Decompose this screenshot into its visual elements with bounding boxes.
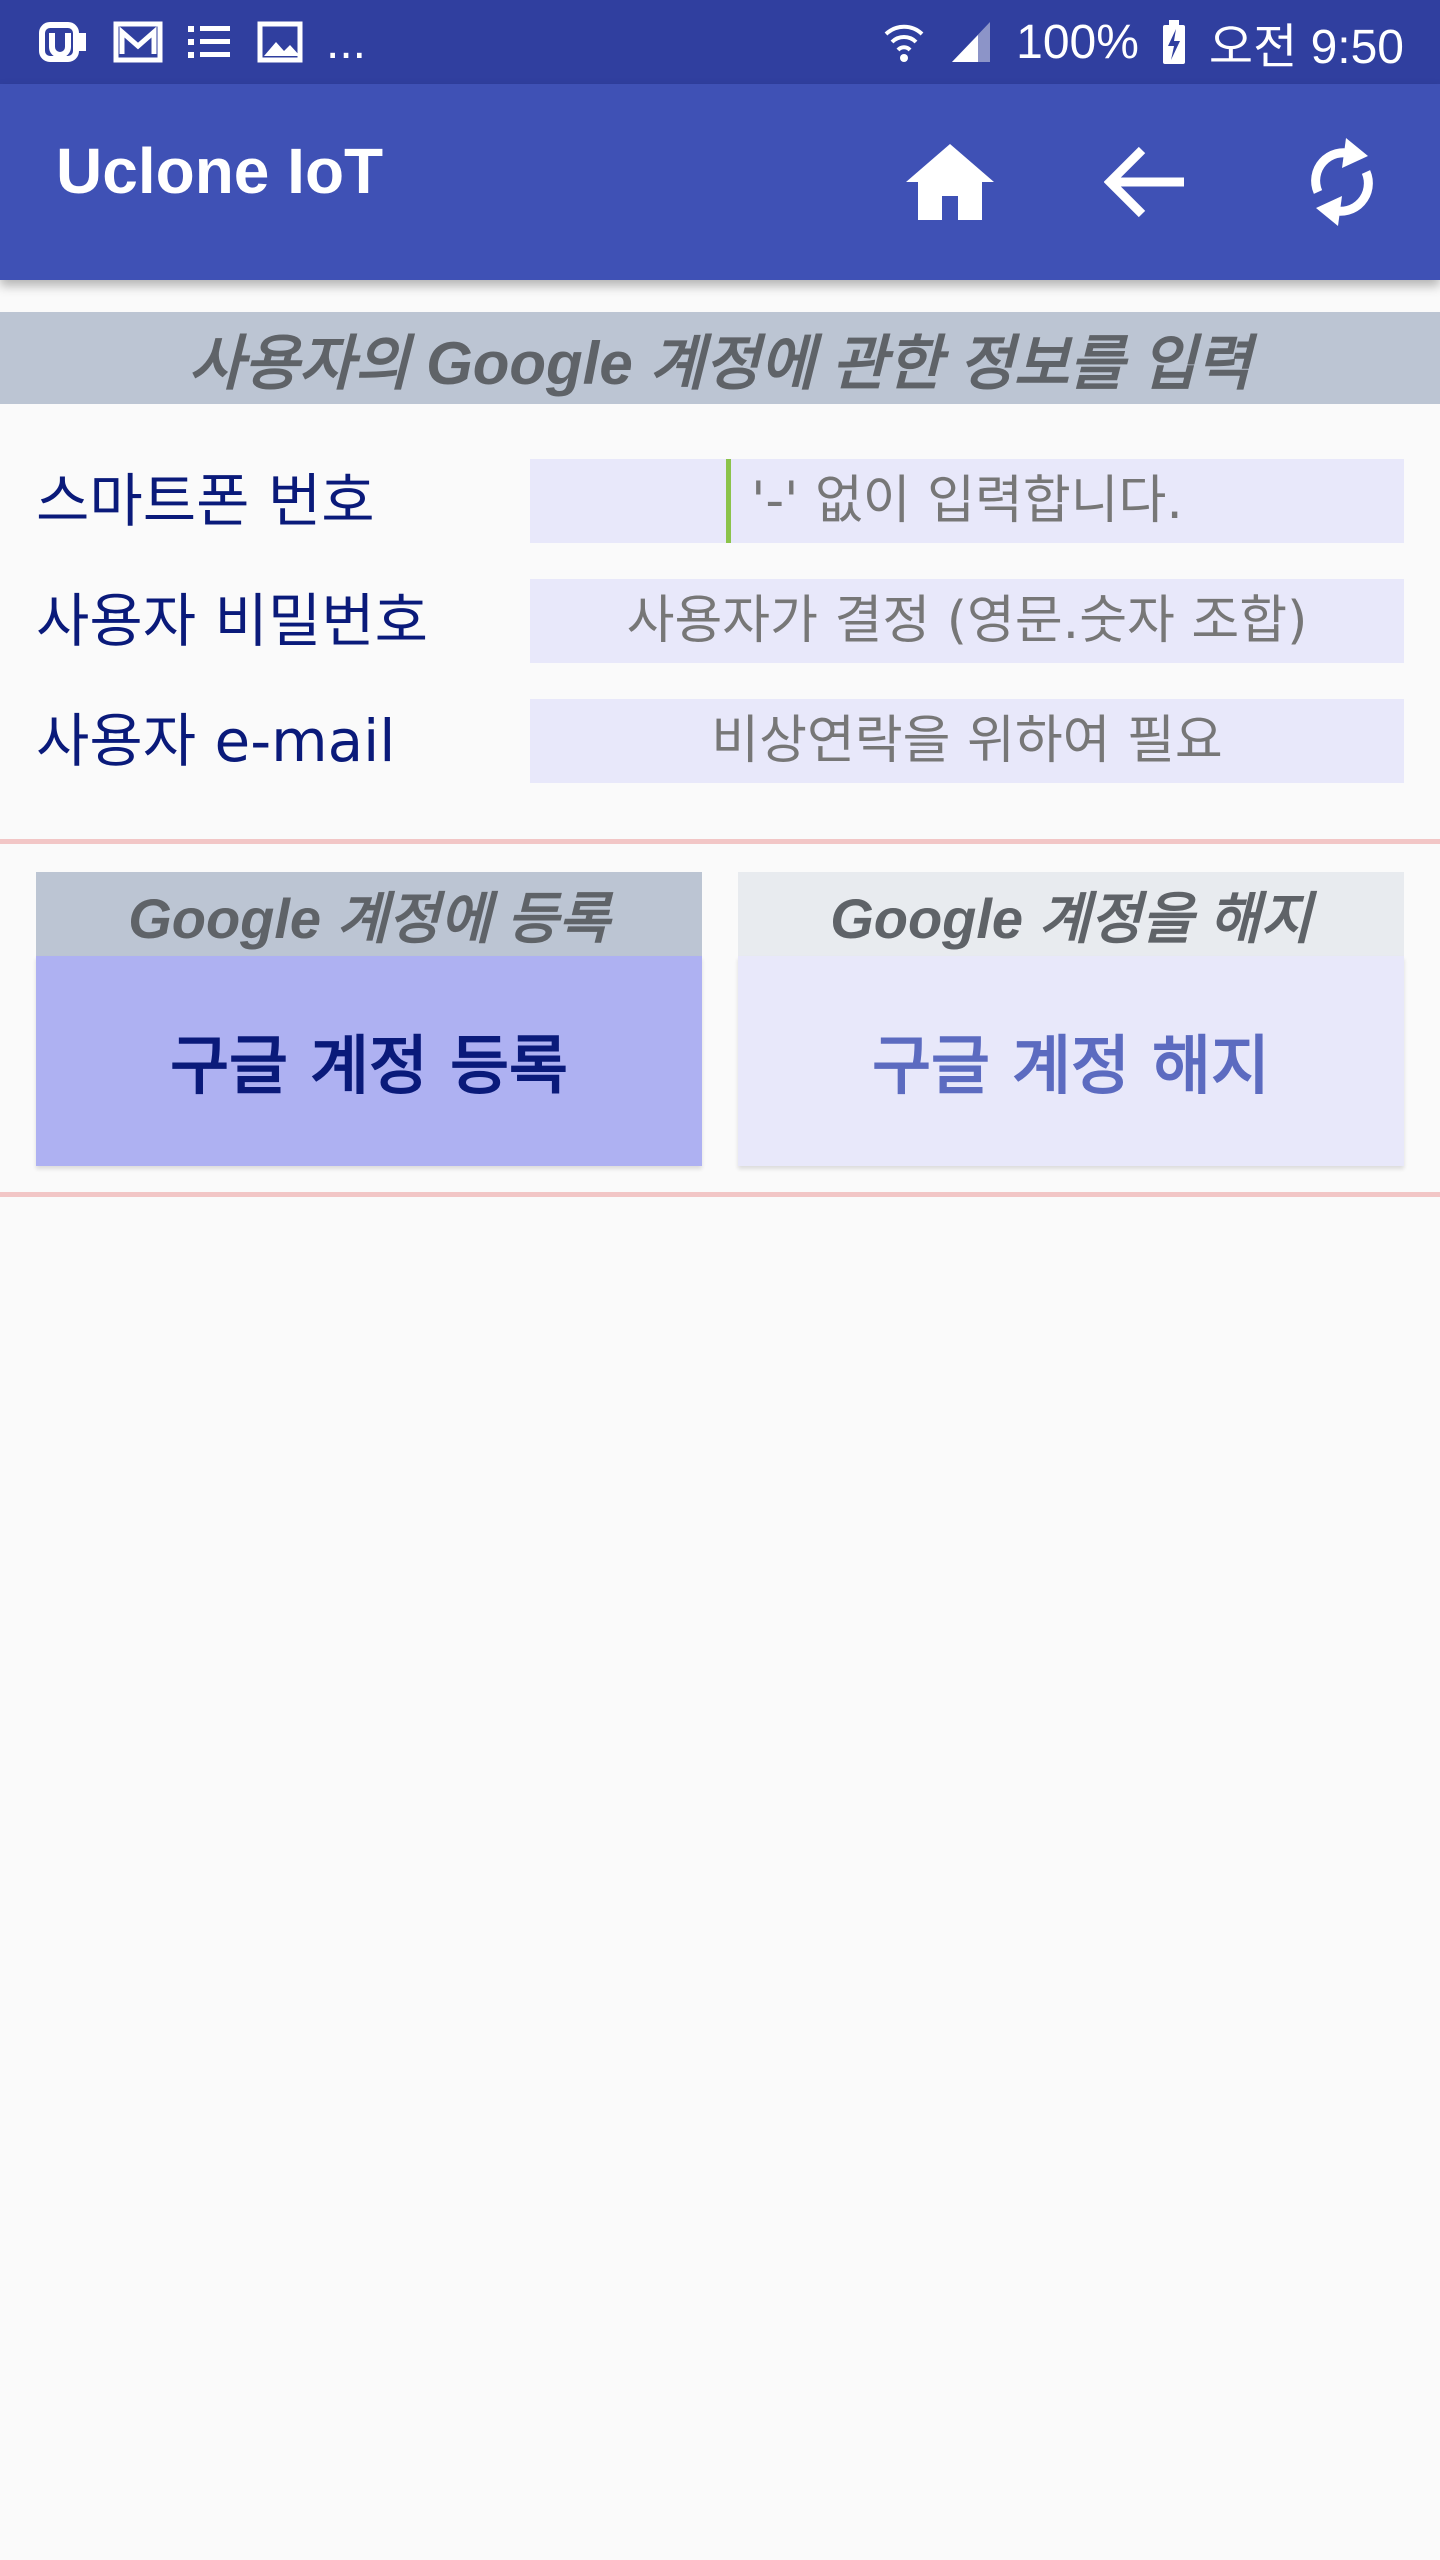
home-icon (906, 144, 994, 220)
signal-icon (948, 18, 994, 66)
back-button[interactable] (1090, 126, 1202, 238)
section-header: 사용자의 Google 계정에 관한 정보를 입력 (0, 312, 1440, 404)
unregister-header: Google 계정을 해지 (738, 872, 1404, 956)
more-notifications-text: ... (326, 15, 367, 69)
wifi-icon (882, 18, 926, 66)
register-header: Google 계정에 등록 (36, 872, 702, 956)
refresh-icon (1311, 138, 1373, 226)
battery-percent: 100% (1016, 15, 1139, 69)
unregister-google-account-button[interactable]: 구글 계정 해지 (738, 956, 1404, 1166)
status-bar: ... 100% 오전 9:50 (0, 0, 1440, 84)
divider-bottom (0, 1192, 1440, 1197)
app-notification-icon (36, 19, 90, 65)
password-label: 사용자 비밀번호 (36, 587, 428, 655)
list-icon (186, 20, 234, 64)
register-google-account-button[interactable]: 구글 계정 등록 (36, 956, 702, 1166)
home-button[interactable] (894, 126, 1006, 238)
app-bar: Uclone IoT (0, 84, 1440, 280)
divider-top (0, 839, 1440, 844)
password-input[interactable]: 사용자가 결정 (영문.숫자 조합) (530, 579, 1404, 663)
email-input[interactable]: 비상연락을 위하여 필요 (530, 699, 1404, 783)
email-label: 사용자 e-mail (36, 707, 396, 775)
battery-charging-icon (1161, 18, 1187, 66)
system-icons: 100% 오전 9:50 (882, 7, 1404, 77)
refresh-button[interactable] (1286, 126, 1398, 238)
text-cursor (726, 459, 731, 543)
notification-icons: ... (36, 15, 366, 70)
arrow-left-icon (1104, 146, 1184, 218)
phone-input[interactable]: '-' 없이 입력합니다. (530, 459, 1404, 543)
image-icon (256, 20, 304, 64)
clock: 오전 9:50 (1208, 21, 1404, 74)
mail-icon (112, 20, 164, 64)
phone-label: 스마트폰 번호 (36, 467, 375, 535)
app-title: Uclone IoT (56, 135, 384, 207)
